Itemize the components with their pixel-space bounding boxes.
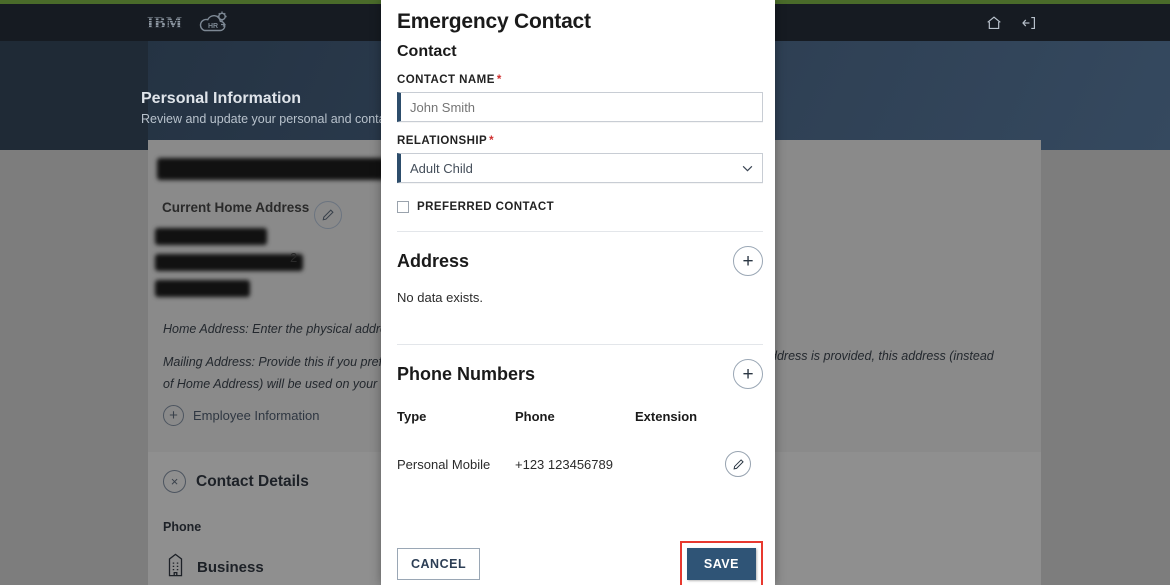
- cancel-button[interactable]: CANCEL: [397, 548, 481, 580]
- add-address-button[interactable]: +: [733, 246, 763, 276]
- save-button-highlight: SAVE: [679, 541, 763, 585]
- divider: [397, 344, 763, 345]
- cell-actions: [725, 451, 763, 477]
- phone-numbers-table: Type Phone Extension Personal Mobile +12…: [397, 409, 763, 477]
- contact-name-label-text: CONTACT NAME: [397, 74, 495, 86]
- edit-phone-button[interactable]: [725, 451, 751, 477]
- address-section-header: Address +: [397, 246, 763, 276]
- contact-section-heading: Contact: [397, 43, 457, 60]
- cell-extension: [635, 451, 725, 477]
- column-header-actions: [725, 409, 763, 451]
- emergency-contact-modal: Emergency Contact Contact CONTACT NAME * …: [381, 0, 775, 585]
- table-row: Personal Mobile +123 123456789: [397, 451, 763, 477]
- cell-type: Personal Mobile: [397, 456, 491, 472]
- relationship-label-text: RELATIONSHIP: [397, 135, 488, 147]
- preferred-contact-label: PREFERRED CONTACT: [417, 201, 555, 213]
- address-no-data-text: No data exists.: [397, 290, 483, 305]
- save-button[interactable]: SAVE: [686, 548, 756, 580]
- relationship-select[interactable]: Adult Child: [397, 153, 763, 183]
- modal-footer: CANCEL SAVE: [397, 541, 763, 585]
- relationship-label: RELATIONSHIP *: [397, 135, 759, 147]
- contact-name-input[interactable]: [397, 92, 763, 122]
- contact-name-label: CONTACT NAME *: [397, 74, 759, 86]
- pencil-icon: [732, 458, 744, 470]
- column-header-extension: Extension: [635, 409, 698, 424]
- column-header-type: Type: [397, 409, 427, 424]
- preferred-contact-checkbox[interactable]: [397, 201, 409, 213]
- phone-section-title: Phone Numbers: [397, 363, 536, 384]
- phone-section-header: Phone Numbers +: [397, 359, 763, 389]
- required-marker: *: [496, 74, 502, 86]
- cell-phone: +123 123456789: [515, 456, 613, 472]
- column-header-phone: Phone: [515, 409, 555, 424]
- divider: [397, 231, 763, 232]
- preferred-contact-row[interactable]: PREFERRED CONTACT: [397, 201, 759, 213]
- table-header-row: Type Phone Extension: [397, 409, 763, 451]
- address-section-title: Address: [397, 250, 470, 271]
- modal-title: Emergency Contact: [397, 10, 591, 33]
- add-phone-button[interactable]: +: [733, 359, 763, 389]
- screen: IBM HR Personal Information Review and u…: [0, 0, 1170, 585]
- relationship-select-wrap: Adult Child: [397, 147, 763, 183]
- required-marker: *: [489, 135, 495, 147]
